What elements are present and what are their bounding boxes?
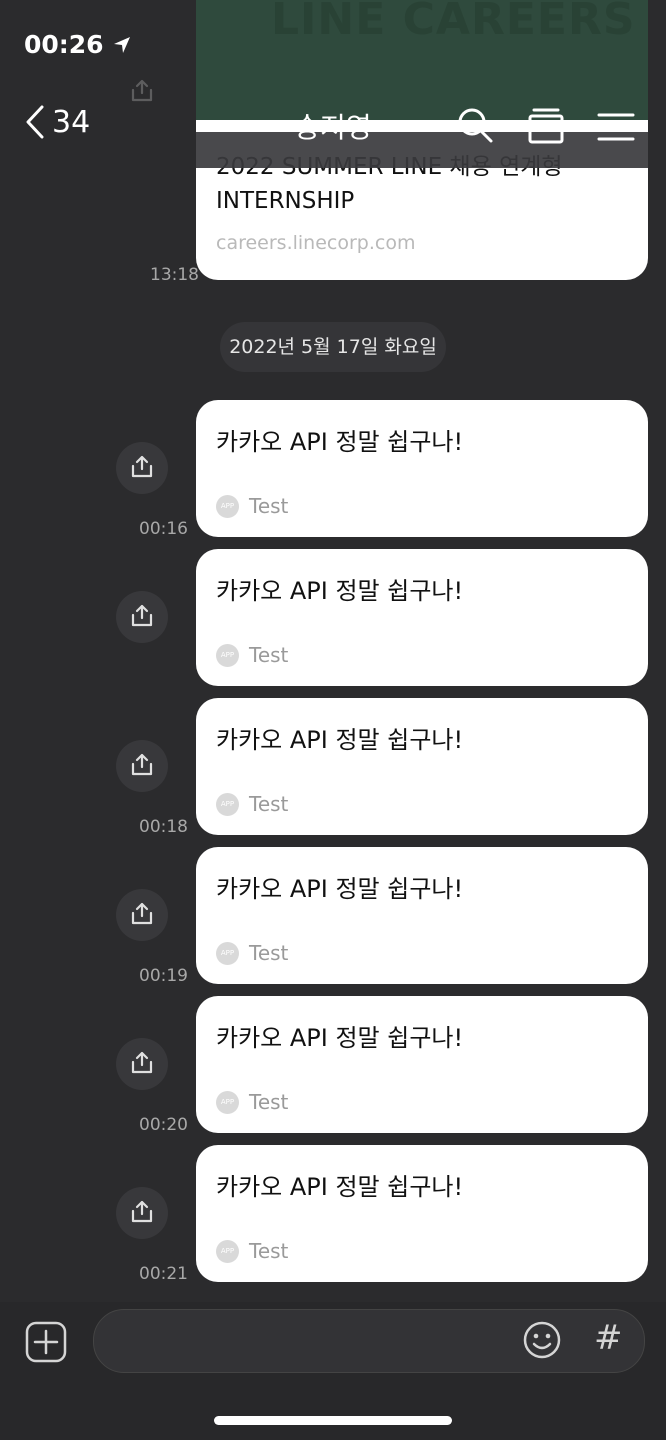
message-text: 카카오 API 정말 쉽구나!	[216, 1024, 464, 1052]
drawer-button[interactable]	[526, 106, 566, 146]
share-icon	[131, 455, 153, 478]
home-indicator	[214, 1416, 452, 1425]
share-button[interactable]	[116, 1038, 168, 1090]
share-button[interactable]	[116, 889, 168, 941]
app-name: Test	[249, 1090, 289, 1114]
share-icon	[131, 902, 153, 925]
drawer-icon	[528, 108, 564, 144]
share-icon	[131, 604, 153, 627]
plus-icon	[25, 1321, 67, 1363]
message-bubble[interactable]: 카카오 API 정말 쉽구나! APP Test	[196, 400, 648, 537]
hashtag-button[interactable]: #	[594, 1318, 623, 1358]
app-badge: APP	[216, 643, 239, 667]
app-attribution[interactable]: APP Test	[216, 494, 288, 518]
app-attribution[interactable]: APP Test	[216, 643, 288, 667]
date-divider: 2022년 5월 17일 화요일	[220, 322, 446, 372]
app-badge: APP	[216, 1090, 239, 1114]
app-name: Test	[249, 494, 289, 518]
emoji-icon	[523, 1321, 561, 1359]
message-time: 00:20	[139, 1115, 188, 1135]
emoji-button[interactable]	[522, 1320, 562, 1360]
attach-button[interactable]	[24, 1320, 68, 1364]
menu-button[interactable]	[596, 106, 636, 146]
status-time: 00:26	[24, 30, 132, 59]
app-badge: APP	[216, 1239, 239, 1263]
app-badge: APP	[216, 494, 239, 518]
app-attribution[interactable]: APP Test	[216, 1090, 288, 1114]
message-input[interactable]	[93, 1309, 645, 1373]
share-icon	[131, 79, 153, 102]
search-button[interactable]	[456, 106, 496, 146]
share-icon	[131, 753, 153, 776]
share-button[interactable]	[116, 740, 168, 792]
message-text: 카카오 API 정말 쉽구나!	[216, 726, 464, 754]
message-time: 00:16	[139, 519, 188, 539]
menu-icon	[597, 113, 635, 141]
banner-text: LINE CAREERS	[271, 0, 636, 45]
share-button[interactable]	[116, 1187, 168, 1239]
link-time: 13:18	[150, 265, 199, 285]
app-name: Test	[249, 792, 289, 816]
location-arrow-icon	[114, 37, 131, 53]
app-attribution[interactable]: APP Test	[216, 941, 288, 965]
message-text: 카카오 API 정말 쉽구나!	[216, 1173, 464, 1201]
message-text: 카카오 API 정말 쉽구나!	[216, 428, 464, 456]
app-name: Test	[249, 643, 289, 667]
share-button[interactable]	[116, 591, 168, 643]
share-button[interactable]	[116, 442, 168, 494]
message-bubble[interactable]: 카카오 API 정말 쉽구나! APP Test	[196, 549, 648, 686]
share-icon	[131, 1200, 153, 1223]
message-bubble[interactable]: 카카오 API 정말 쉽구나! APP Test	[196, 1145, 648, 1282]
message-time: 00:21	[139, 1264, 188, 1284]
message-text: 카카오 API 정말 쉽구나!	[216, 577, 464, 605]
message-time: 00:18	[139, 817, 188, 837]
message-bubble[interactable]: 카카오 API 정말 쉽구나! APP Test	[196, 847, 648, 984]
app-attribution[interactable]: APP Test	[216, 792, 288, 816]
app-badge: APP	[216, 792, 239, 816]
link-domain: careers.linecorp.com	[216, 232, 416, 254]
chat-title: 송지영	[294, 111, 372, 144]
share-icon	[131, 1051, 153, 1074]
app-name: Test	[249, 941, 289, 965]
search-icon	[458, 108, 493, 143]
message-time: 00:19	[139, 966, 188, 986]
app-name: Test	[249, 1239, 289, 1263]
app-attribution[interactable]: APP Test	[216, 1239, 288, 1263]
message-text: 카카오 API 정말 쉽구나!	[216, 875, 464, 903]
message-bubble[interactable]: 카카오 API 정말 쉽구나! APP Test	[196, 698, 648, 835]
app-badge: APP	[216, 941, 239, 965]
message-bubble[interactable]: 카카오 API 정말 쉽구나! APP Test	[196, 996, 648, 1133]
